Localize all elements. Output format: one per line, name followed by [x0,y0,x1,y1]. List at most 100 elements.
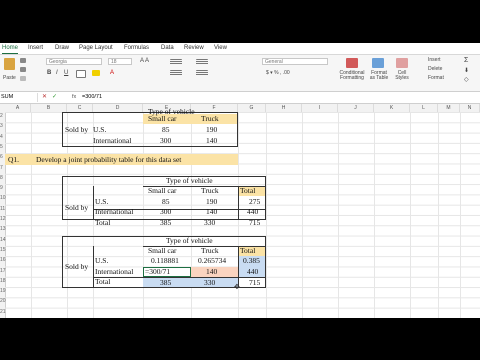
format-as-table-label[interactable]: Format as Table [368,71,390,81]
table2-col-truck[interactable]: Truck [201,246,219,256]
formula-input[interactable]: =300/71 [82,93,102,102]
table2-intl-total[interactable]: 440 [247,267,258,277]
merge-center-icon[interactable] [196,70,208,76]
tab-view[interactable]: View [214,44,227,53]
table0-row-label[interactable]: Sold by [65,125,88,135]
table2-col-small[interactable]: Small car [148,246,177,256]
table0-intl[interactable]: International [93,136,131,146]
table1-tot-small[interactable]: 385 [160,218,171,228]
question-text[interactable]: Develop a joint probability table for th… [36,155,181,165]
italic-icon[interactable]: I [56,70,58,76]
borders-icon[interactable] [76,70,86,78]
enter-icon[interactable]: ✓ [52,93,57,102]
paste-icon[interactable] [4,58,15,70]
insert-cells-button[interactable]: Insert [428,57,441,63]
underline-icon[interactable]: U [64,70,68,76]
tab-review[interactable]: Review [184,44,204,53]
table1-col-small[interactable]: Small car [148,186,177,196]
table2-intl-small[interactable]: =300/71 [145,267,170,277]
copy-icon[interactable] [20,67,26,72]
table1-us-total[interactable]: 275 [249,197,260,207]
table1-intl[interactable]: International [95,207,133,217]
column-header[interactable]: I [302,104,338,112]
table1-tot-truck[interactable]: 330 [204,218,215,228]
clear-icon[interactable]: ◇ [464,76,469,83]
cancel-icon[interactable]: ✕ [42,93,47,102]
font-name-select[interactable]: Georgia [46,58,102,65]
cell-styles-icon[interactable] [396,58,408,68]
grow-font-icon[interactable]: A A [140,58,149,64]
table2-us-total[interactable]: 0.385 [243,256,260,266]
column-header[interactable]: C [67,104,93,112]
column-header[interactable]: D [93,104,143,112]
tab-formulas[interactable]: Formulas [124,44,149,53]
table2-row-label[interactable]: Sold by [65,262,88,272]
table1-col-truck[interactable]: Truck [201,186,219,196]
number-format-select[interactable]: General [262,58,328,65]
fill-icon[interactable]: ⬇ [464,67,469,74]
table2-us-truck[interactable]: 0.265734 [198,256,226,266]
fx-icon[interactable]: fx [72,93,76,102]
table1-tot-total[interactable]: 715 [249,218,260,228]
table2-total[interactable]: Total [95,277,110,287]
delete-cells-button[interactable]: Delete [428,66,442,72]
table0-us-truck[interactable]: 190 [206,125,217,135]
format-cells-button[interactable]: Format [428,75,444,81]
wrap-text-icon[interactable] [196,59,208,65]
column-header[interactable]: H [266,104,302,112]
table2-tot-truck[interactable]: 330 [204,278,215,288]
table1-total[interactable]: Total [95,218,110,228]
table0-col-truck[interactable]: Truck [201,114,219,124]
table0-col-small[interactable]: Small car [148,114,177,124]
table0-intl-small[interactable]: 300 [160,136,171,146]
tab-page-layout[interactable]: Page Layout [79,44,113,53]
column-header[interactable]: J [338,104,374,112]
table0-intl-truck[interactable]: 140 [206,136,217,146]
table1-row-label[interactable]: Sold by [65,203,88,213]
cut-icon[interactable] [20,58,26,63]
font-color-icon[interactable]: A [110,70,114,76]
format-painter-icon[interactable] [20,76,26,81]
table1-intl-truck[interactable]: 140 [206,207,217,217]
align-top-icon[interactable] [170,59,182,65]
font-size-select[interactable]: 18 [108,58,132,65]
conditional-formatting-label[interactable]: Conditional Formatting [338,71,366,81]
tab-insert[interactable]: Insert [28,44,43,53]
table2-us-small[interactable]: 0.118881 [151,256,179,266]
format-as-table-icon[interactable] [372,58,384,68]
column-header[interactable]: K [374,104,410,112]
bold-icon[interactable]: B [47,70,51,76]
column-header[interactable]: L [410,104,438,112]
column-header[interactable]: G [238,104,266,112]
tab-home[interactable]: Home [2,44,19,54]
autosum-icon[interactable]: Σ [464,57,468,64]
table0-us[interactable]: U.S. [93,125,106,135]
table1-us-small[interactable]: 85 [162,197,170,207]
column-header[interactable]: A [5,104,31,112]
question-label[interactable]: Q1. [8,155,19,165]
table0-us-small[interactable]: 85 [162,125,170,135]
cell-styles-label[interactable]: Cell Styles [392,71,412,81]
table1-us[interactable]: U.S. [95,197,108,207]
table2-us[interactable]: U.S. [95,256,108,266]
tab-draw[interactable]: Draw [55,44,69,53]
fill-color-icon[interactable] [92,70,100,76]
table1-us-truck[interactable]: 190 [206,197,217,207]
table1-intl-small[interactable]: 300 [160,207,171,217]
column-header[interactable]: F [191,104,238,112]
table2-col-total[interactable]: Total [240,246,255,256]
table1-title[interactable]: Type of vehicle [166,176,213,186]
number-format-buttons-icon[interactable]: $ ▾ % , .00 [266,70,290,76]
table2-intl[interactable]: International [95,267,133,277]
table1-intl-total[interactable]: 440 [247,207,258,217]
conditional-formatting-icon[interactable] [346,58,358,68]
table2-intl-truck[interactable]: 140 [206,267,217,277]
column-header[interactable]: B [31,104,67,112]
align-left-icon[interactable] [170,70,182,76]
table2-tot-total[interactable]: 715 [249,278,260,288]
table2-title[interactable]: Type of vehicle [166,236,213,246]
tab-data[interactable]: Data [161,44,174,53]
column-header[interactable]: M [438,104,460,112]
column-header[interactable]: N [460,104,480,112]
name-box[interactable]: SUM [0,93,38,102]
